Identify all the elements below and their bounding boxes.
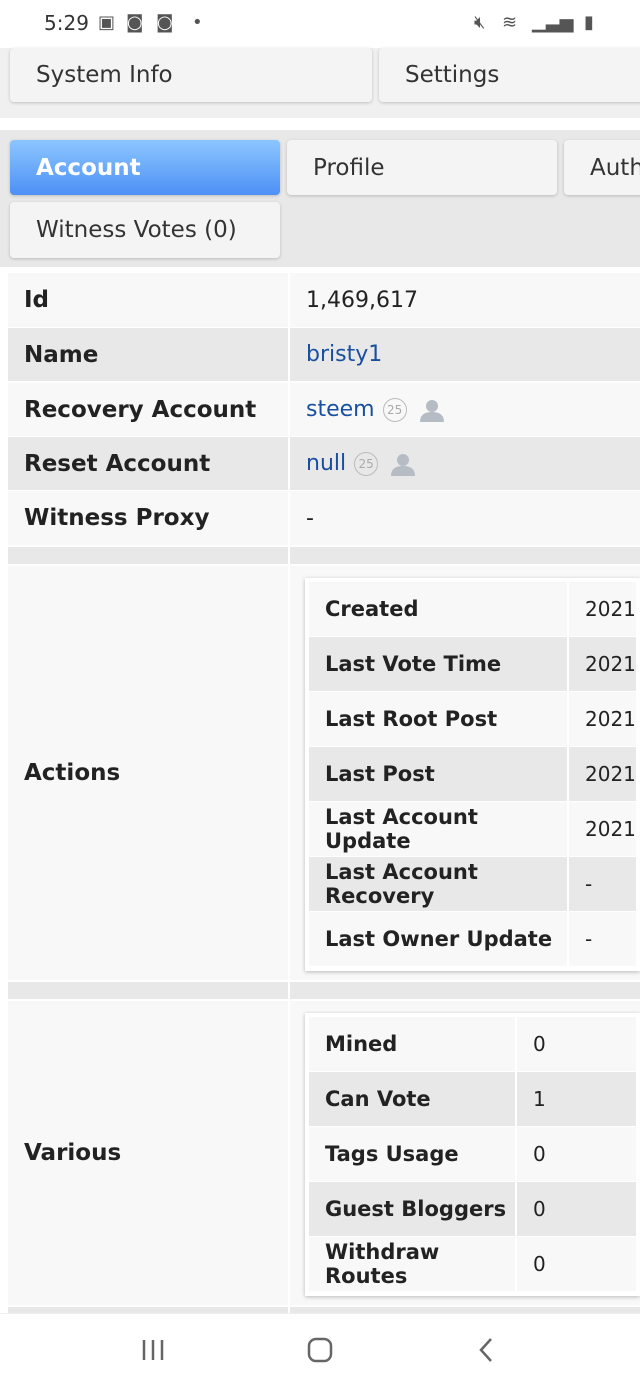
table-row: Last Root Post2021- (309, 692, 636, 746)
reputation-badge: 25 (354, 451, 379, 476)
discord-icon: ◙ (156, 12, 174, 33)
label: Actions (8, 566, 288, 980)
row-label: Can Vote (309, 1072, 515, 1126)
wifi-icon: ≋ (502, 12, 518, 33)
row-value: 2021- (569, 582, 636, 636)
dot-icon: • (192, 12, 203, 33)
recent-apps-icon[interactable] (140, 1338, 166, 1362)
table-row: Created2021- (309, 582, 636, 636)
table-row: Guest Bloggers 0 (309, 1182, 636, 1236)
row-value: 0 (517, 1127, 636, 1181)
table-row: Last Owner Update - (309, 912, 636, 966)
row-name: Name bristy1 (8, 328, 640, 381)
mute-icon: 🔇︎ (474, 12, 486, 33)
user-icon[interactable] (390, 452, 416, 476)
tab-bar: Account Profile Auth Witness Votes (0) (0, 130, 640, 267)
row-recovery-account: Recovery Account steem 25 (8, 383, 640, 436)
signal-icon: ▁▃▅ (532, 12, 574, 33)
label: Various (8, 1001, 288, 1305)
row-label: Last Post (309, 747, 567, 801)
label: Reset Account (8, 437, 288, 490)
system-info-button[interactable]: System Info (10, 48, 372, 102)
label: Id (8, 273, 288, 327)
row-id: Id 1,469,617 (8, 273, 640, 327)
table-row: Can Vote 1 (309, 1072, 636, 1126)
clock: 5:29 (44, 11, 89, 35)
settings-button[interactable]: Settings (379, 48, 640, 102)
row-label: Tags Usage (309, 1127, 515, 1181)
row-label: Guest Bloggers (309, 1182, 515, 1236)
row-value: 2021- (569, 637, 636, 691)
actions-table: Created2021-Last Vote Time2021-Last Root… (305, 578, 640, 971)
row-label: Withdraw Routes (309, 1237, 515, 1291)
name-link[interactable]: bristy1 (290, 328, 640, 381)
spacer (8, 982, 640, 999)
value: - (290, 491, 640, 545)
row-value: 0 (517, 1017, 636, 1071)
status-bar: 5:29 ▣ ◙ ◙ • 🔇︎ ≋ ▁▃▅ ▮ (0, 0, 640, 48)
home-icon[interactable] (306, 1336, 334, 1364)
reset-account-link[interactable]: null (306, 451, 346, 476)
row-value: 2021- (569, 747, 636, 801)
tab-witness-votes[interactable]: Witness Votes (0) (10, 202, 280, 258)
row-witness-proxy: Witness Proxy - (8, 491, 640, 545)
row-reset-account: Reset Account null 25 (8, 437, 640, 490)
battery-icon: ▮ (584, 12, 594, 33)
table-row: Last Account Recovery - (309, 857, 636, 911)
value: 1,469,617 (290, 273, 640, 327)
gallery-icon: ▣ (98, 12, 116, 33)
table-row: Last Vote Time2021- (309, 637, 636, 691)
row-value: 0 (517, 1182, 636, 1236)
label: Witness Proxy (8, 491, 288, 545)
top-nav: System Info Settings (0, 48, 640, 118)
table-row: Tags Usage 0 (309, 1127, 636, 1181)
label: Name (8, 328, 288, 381)
table-row: Last Post2021- (309, 747, 636, 801)
discord-icon: ◙ (126, 12, 144, 33)
tab-profile[interactable]: Profile (287, 140, 557, 195)
user-icon[interactable] (419, 398, 445, 422)
table-row: Withdraw Routes 0 (309, 1237, 636, 1291)
spacer (8, 547, 640, 564)
android-nav-bar (0, 1313, 640, 1387)
label: Recovery Account (8, 383, 288, 436)
row-label: Last Account Update (309, 802, 567, 856)
row-value: 0 (517, 1237, 636, 1291)
row-label: Created (309, 582, 567, 636)
tab-account[interactable]: Account (10, 140, 280, 195)
various-table: Mined 0 Can Vote 1 Tags Usage 0 Guest Bloggers… (305, 1013, 640, 1296)
table-row: Mined 0 (309, 1017, 636, 1071)
row-label: Last Vote Time (309, 637, 567, 691)
row-value: 2021- (569, 692, 636, 746)
row-value: - (569, 912, 636, 966)
back-icon[interactable] (476, 1336, 496, 1364)
row-value: - (569, 857, 636, 911)
row-label: Last Owner Update (309, 912, 567, 966)
row-value: 1 (517, 1072, 636, 1126)
row-label: Last Root Post (309, 692, 567, 746)
reputation-badge: 25 (382, 397, 407, 422)
tab-auth[interactable]: Auth (564, 140, 640, 195)
row-value: 2021- (569, 802, 636, 856)
row-label: Mined (309, 1017, 515, 1071)
table-row: Last Account Update2021- (309, 802, 636, 856)
row-label: Last Account Recovery (309, 857, 567, 911)
recovery-account-link[interactable]: steem (306, 397, 375, 422)
